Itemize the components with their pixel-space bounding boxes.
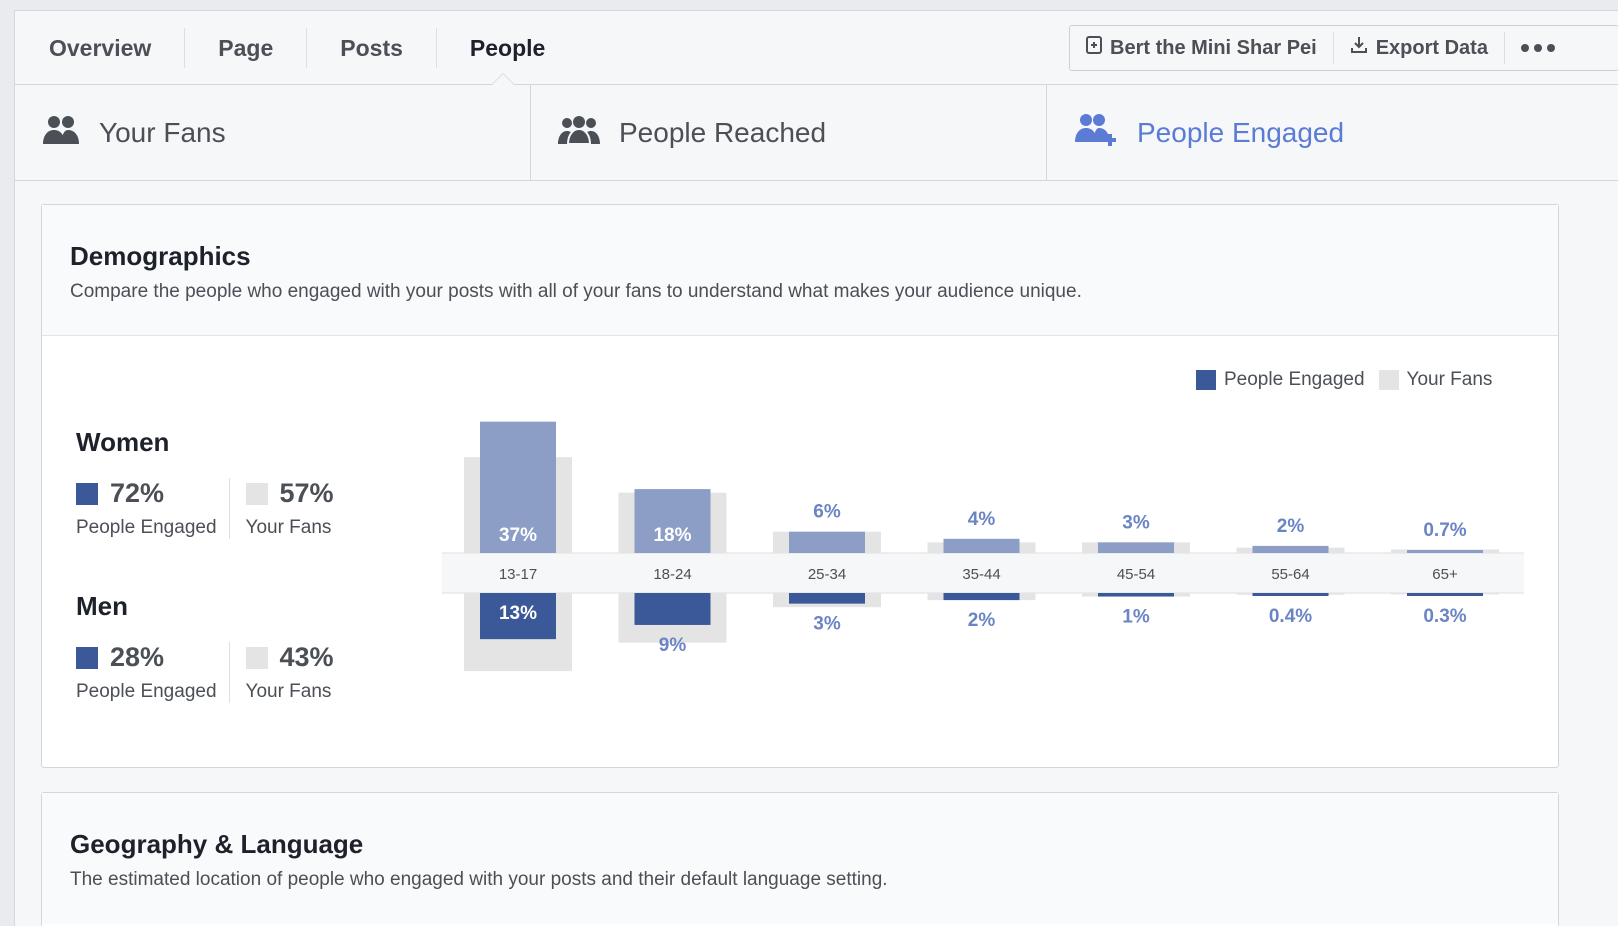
age-tick-label: 45-54 — [1117, 566, 1155, 583]
men-value-label: 0.3% — [1423, 606, 1466, 627]
insights-app: Overview Page Posts People Bert the Mini… — [14, 10, 1618, 926]
men-engaged-bar — [943, 593, 1020, 601]
stat-label: Your Fans — [245, 517, 332, 538]
page-switcher-button[interactable]: Bert the Mini Shar Pei — [1070, 32, 1334, 64]
geography-card: Geography & Language The estimated locat… — [41, 792, 1559, 926]
tab-page[interactable]: Page — [185, 28, 308, 68]
tab-posts[interactable]: Posts — [307, 28, 437, 68]
legend-label: People Engaged — [1224, 369, 1365, 390]
legend-label: Your Fans — [1406, 369, 1493, 390]
women-value-label: 0.7% — [1423, 520, 1466, 541]
fans-swatch — [245, 646, 268, 669]
tab-overview[interactable]: Overview — [15, 28, 186, 68]
group-icon — [557, 114, 601, 151]
stat-label: People Engaged — [76, 517, 217, 538]
age-tick-label: 18-24 — [653, 566, 691, 583]
download-icon — [1350, 36, 1368, 60]
top-navigation: Overview Page Posts People Bert the Mini… — [15, 11, 1618, 85]
tab-your-fans[interactable]: Your Fans — [15, 85, 531, 180]
women-value-label: 37% — [499, 525, 537, 546]
men-value-label: 9% — [659, 635, 687, 656]
demographics-title: Demographics — [70, 241, 251, 271]
people-icon — [41, 114, 81, 151]
women-engaged-bar — [943, 538, 1020, 553]
women-value-label: 4% — [968, 509, 996, 530]
tab-people[interactable]: People — [437, 28, 578, 68]
demographics-subtitle: Compare the people who engaged with your… — [70, 281, 1082, 302]
women-value-label: 18% — [653, 525, 691, 546]
men-engaged-bar — [1407, 593, 1483, 596]
page-icon — [1086, 36, 1102, 60]
chart-legend: People Engaged Your Fans — [1196, 369, 1506, 391]
engaged-swatch — [76, 646, 98, 669]
people-add-icon — [1073, 112, 1119, 153]
legend-swatch-engaged — [1196, 370, 1216, 390]
women-engaged-stat: 72% People Engaged — [76, 478, 229, 539]
tab-people-reached[interactable]: People Reached — [531, 85, 1047, 180]
tab-label: People Reached — [619, 116, 827, 148]
export-label: Export Data — [1375, 36, 1488, 59]
age-tick-label: 35-44 — [962, 566, 1000, 583]
export-data-button[interactable]: Export Data — [1334, 32, 1505, 64]
age-gender-chart: 13-17 37% 13% 18-24 18% 9% 25-34 6% 3% 35-44 4% 2% 4… — [442, 421, 1524, 672]
age-tick-label: 13-17 — [499, 566, 537, 583]
page-name: Bert the Mini Shar Pei — [1110, 36, 1317, 59]
age-tick-label: 25-34 — [808, 566, 846, 583]
geography-subtitle: The estimated location of people who eng… — [70, 869, 888, 890]
women-value-label: 6% — [813, 502, 841, 523]
stat-label: People Engaged — [76, 681, 217, 702]
men-engaged-bar — [1252, 593, 1329, 596]
men-value-label: 0.4% — [1269, 606, 1312, 627]
geography-title: Geography & Language — [70, 829, 364, 859]
women-engaged-bar — [1252, 545, 1329, 553]
fans-swatch — [245, 482, 268, 505]
women-engaged-bar — [789, 531, 865, 553]
legend-item-engaged: People Engaged — [1196, 369, 1365, 391]
women-summary: Women 72% People Engaged 57% Your Fans — [76, 427, 346, 539]
men-value-label: 1% — [1122, 607, 1150, 628]
men-engaged-stat: 28% People Engaged — [76, 642, 229, 703]
geography-header: Geography & Language The estimated locat… — [42, 793, 1558, 924]
demographics-card: Demographics Compare the people who enga… — [41, 204, 1559, 768]
tab-label: Your Fans — [99, 116, 226, 148]
legend-item-fans: Your Fans — [1378, 369, 1493, 391]
tab-label: People Engaged — [1137, 116, 1345, 148]
men-engaged-bar — [789, 593, 865, 604]
men-summary: Men 28% People Engaged 43% Your Fans — [76, 591, 346, 703]
women-fans-value: 57% — [279, 478, 334, 508]
men-fans-value: 43% — [279, 642, 334, 672]
women-engaged-bar — [1098, 542, 1174, 553]
metric-tabs: Your Fans People Reached People Engaged — [15, 85, 1618, 181]
stat-label: Your Fans — [245, 681, 332, 702]
men-fans-stat: 43% Your Fans — [228, 642, 346, 703]
women-engaged-value: 72% — [110, 478, 165, 508]
active-tab-caret — [491, 73, 515, 85]
age-tick-label: 65+ — [1432, 566, 1458, 583]
women-engaged-bar — [1407, 550, 1483, 553]
age-tick-label: 55-64 — [1271, 566, 1309, 583]
men-value-label: 13% — [499, 603, 537, 624]
women-value-label: 3% — [1122, 512, 1150, 533]
page-actions: Bert the Mini Shar Pei Export Data — [1069, 25, 1618, 71]
men-title: Men — [76, 591, 128, 621]
men-engaged-bar — [634, 593, 711, 625]
men-value-label: 2% — [968, 610, 996, 631]
women-value-label: 2% — [1277, 516, 1305, 537]
tab-people-engaged[interactable]: People Engaged — [1047, 85, 1618, 180]
men-engaged-value: 28% — [110, 642, 165, 672]
more-options-icon[interactable] — [1505, 32, 1571, 64]
women-fans-stat: 57% Your Fans — [228, 478, 346, 539]
women-title: Women — [76, 427, 170, 457]
demographics-header: Demographics Compare the people who enga… — [42, 205, 1558, 336]
men-engaged-bar — [1098, 593, 1174, 597]
legend-swatch-fans — [1378, 370, 1399, 390]
men-value-label: 3% — [813, 614, 841, 635]
engaged-swatch — [76, 482, 98, 505]
